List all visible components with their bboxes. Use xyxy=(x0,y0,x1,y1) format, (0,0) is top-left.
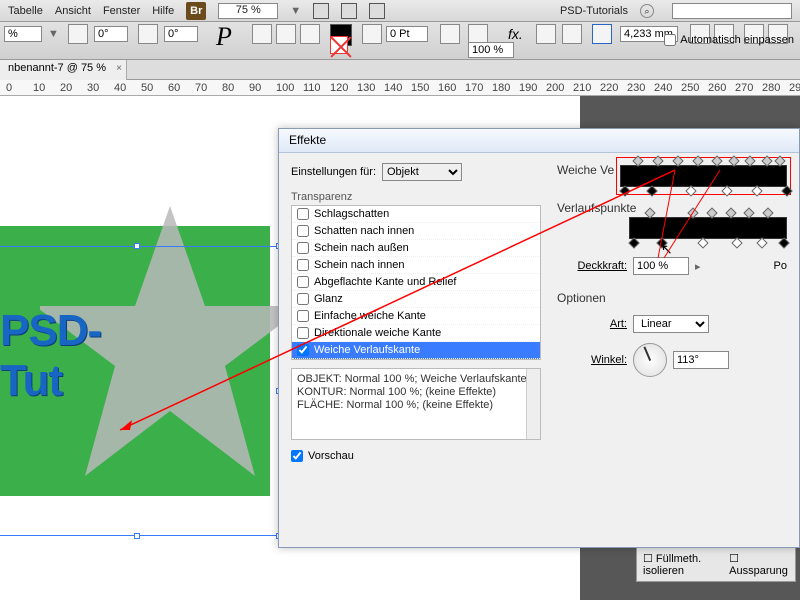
toolbar-icon-c[interactable] xyxy=(300,24,320,44)
help-search-label: PSD-Tutorials xyxy=(560,5,628,17)
menu-ansicht[interactable]: Ansicht xyxy=(55,5,91,17)
transparenz-group: Transparenz xyxy=(291,191,541,203)
fx-item[interactable]: Weiche Verlaufskante xyxy=(292,342,540,359)
effects-dialog: Effekte Einstellungen für: Objekt Transp… xyxy=(278,128,800,548)
zoom-level[interactable]: 75 % xyxy=(218,3,278,19)
menu-fenster[interactable]: Fenster xyxy=(103,5,140,17)
corner-icon[interactable] xyxy=(562,24,582,44)
preview-label: Vorschau xyxy=(308,450,354,462)
stroke-style-icon[interactable] xyxy=(440,24,460,44)
document-tabs: nbenannt-7 @ 75 %× xyxy=(0,60,800,80)
toolbar: % ▼ 0° 0° P 0 Pt 100 % fx. 4,233 mm Auto… xyxy=(0,22,800,60)
view-mode-icon-2[interactable] xyxy=(341,3,357,19)
stroke-weight-field[interactable]: 0 Pt xyxy=(386,26,428,42)
angle-icon[interactable] xyxy=(68,24,88,44)
deckkraft-label: Deckkraft: xyxy=(557,260,627,272)
cursor-icon: ↖ xyxy=(661,241,673,258)
selection-box[interactable] xyxy=(0,246,279,536)
settings-for-label: Einstellungen für: xyxy=(291,166,376,178)
art-label: Art: xyxy=(557,318,627,330)
view-mode-icon-1[interactable] xyxy=(313,3,329,19)
help-search-input[interactable] xyxy=(672,3,792,19)
opacity-field[interactable]: % xyxy=(4,26,42,42)
winkel-label: Winkel: xyxy=(557,354,627,366)
knockout-checkbox[interactable]: Aussparung xyxy=(729,552,789,577)
effects-summary: OBJEKT: Normal 100 %; Weiche Verlaufskan… xyxy=(291,368,541,440)
percent-field[interactable]: 100 % xyxy=(468,42,514,58)
fx-item[interactable]: Direktionale weiche Kante xyxy=(292,325,540,342)
no-fill-swatch[interactable] xyxy=(330,36,348,54)
fx-item[interactable]: Schatten nach innen xyxy=(292,223,540,240)
summary-scrollbar[interactable] xyxy=(526,369,540,439)
position-label-cut: Po xyxy=(774,260,787,272)
close-tab-icon[interactable]: × xyxy=(116,63,122,74)
fx-item[interactable]: Glanz xyxy=(292,291,540,308)
isolate-blend-checkbox[interactable]: Füllmeth. isolieren xyxy=(643,552,729,577)
stroke-weight-icon[interactable] xyxy=(362,24,382,44)
shear-icon[interactable] xyxy=(138,24,158,44)
view-mode-icon-3[interactable] xyxy=(369,3,385,19)
optionen-label: Optionen xyxy=(557,291,787,305)
shear-field[interactable]: 0° xyxy=(164,26,198,42)
weiche-verlauf-label: Weiche Ve xyxy=(557,163,614,177)
menubar: Tabelle Ansicht Fenster Hilfe Br 75 % ▼ … xyxy=(0,0,800,22)
toolbar-icon-a[interactable] xyxy=(252,24,272,44)
dialog-title: Effekte xyxy=(279,129,799,153)
angle-dial[interactable] xyxy=(633,343,667,377)
document-tab[interactable]: nbenannt-7 @ 75 %× xyxy=(0,60,127,80)
search-icon: ⌕ xyxy=(640,4,654,18)
fx-item[interactable]: Schlagschatten xyxy=(292,206,540,223)
fx-item[interactable]: Abgeflachte Kante und Relief xyxy=(292,274,540,291)
percent-icon[interactable] xyxy=(468,24,488,44)
menu-hilfe[interactable]: Hilfe xyxy=(152,5,174,17)
preview-checkbox[interactable] xyxy=(291,450,303,462)
art-select[interactable]: Linear xyxy=(633,315,709,333)
effects-list: SchlagschattenSchatten nach innenSchein … xyxy=(291,205,541,360)
winkel-input[interactable] xyxy=(673,351,729,369)
gradient-bar-points[interactable] xyxy=(629,217,787,239)
fx-icon[interactable]: fx. xyxy=(508,26,523,42)
fx-item[interactable]: Schein nach außen xyxy=(292,240,540,257)
transform-icon[interactable] xyxy=(592,24,612,44)
paragraph-icon[interactable]: P xyxy=(216,22,232,52)
angle-field[interactable]: 0° xyxy=(94,26,128,42)
fx-item[interactable]: Schein nach innen xyxy=(292,257,540,274)
toolbar-icon-b[interactable] xyxy=(276,24,296,44)
auto-fit-toggle[interactable]: Automatisch einpassen xyxy=(664,34,794,46)
gradient-bar-top[interactable] xyxy=(620,165,787,187)
wrap-icon[interactable] xyxy=(536,24,556,44)
deckkraft-input[interactable] xyxy=(633,257,689,275)
bridge-icon[interactable]: Br xyxy=(186,2,206,20)
fx-item[interactable]: Einfache weiche Kante xyxy=(292,308,540,325)
horizontal-ruler: 0102030405060708090100110120130140150160… xyxy=(0,80,800,96)
settings-for-select[interactable]: Objekt xyxy=(382,163,462,181)
menu-tabelle[interactable]: Tabelle xyxy=(8,5,43,17)
